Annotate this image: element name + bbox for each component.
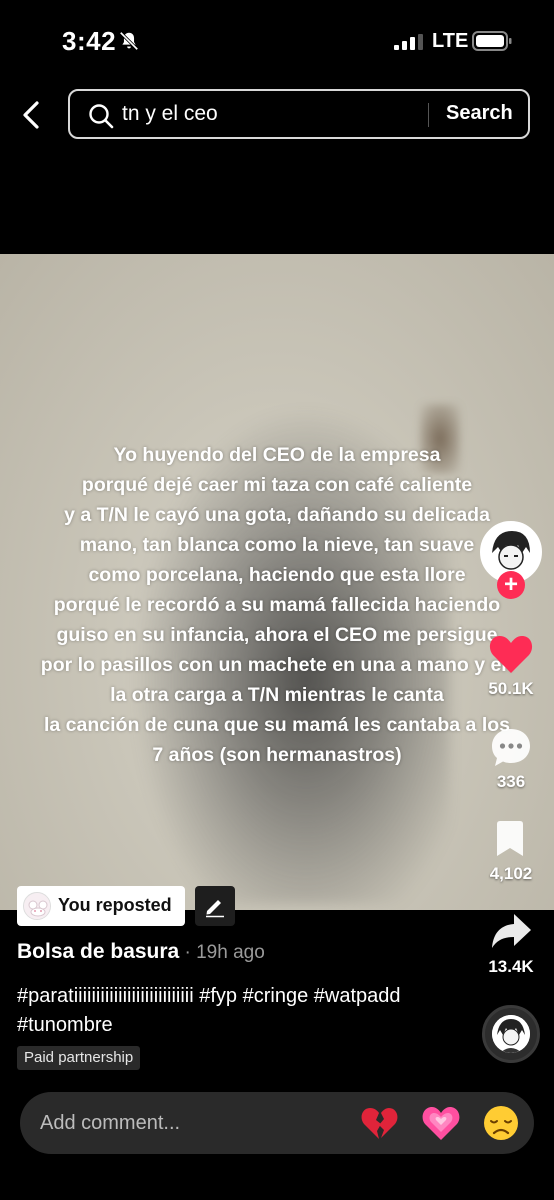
video-caption: Yo huyendo del CEO de la empresa porqué … — [0, 440, 554, 770]
music-disc-avatar — [492, 1015, 530, 1053]
search-button[interactable]: Search — [446, 102, 513, 125]
disappointed-face-icon[interactable] — [482, 1104, 520, 1142]
comment-icon[interactable] — [489, 726, 533, 770]
music-disc[interactable] — [482, 1005, 540, 1063]
caption-line: Yo huyendo del CEO de la empresa — [113, 444, 441, 466]
comment-bar — [20, 1092, 534, 1154]
back-chevron-icon[interactable] — [20, 100, 44, 130]
status-time: 3:42 — [62, 26, 117, 56]
caption-line: por lo pasillos con un machete en una a … — [40, 654, 514, 676]
bookmark-count: 4,102 — [489, 864, 533, 883]
caption-line: la canción de cuna que su mamá les canta… — [43, 714, 510, 736]
comment-input[interactable] — [40, 1092, 340, 1154]
battery-icon — [472, 31, 512, 51]
bookmark-icon[interactable] — [494, 820, 526, 858]
follow-button[interactable]: + — [497, 571, 525, 599]
post-time: · 19h ago — [179, 942, 265, 963]
pencil-icon — [206, 900, 224, 918]
caption-line: guiso en su infancia, ahora el CEO me pe… — [56, 624, 498, 646]
paid-partnership-badge: Paid partnership — [17, 1046, 141, 1070]
caption-line: porqué le recordó a su mamá fallecida ha… — [53, 594, 501, 616]
status-bar: 3:42 LTE — [0, 0, 554, 80]
signal-icon — [394, 34, 423, 50]
comment-count: 336 — [496, 772, 526, 791]
user-avatar-icon — [24, 893, 50, 919]
share-arrow-icon[interactable] — [490, 912, 532, 950]
author-row: Bolsa de basura · 19h ago — [17, 940, 265, 964]
bell-slash-icon — [119, 31, 139, 51]
search-icon — [89, 104, 114, 129]
caption-line: porqué dejé caer mi taza con café calien… — [81, 474, 473, 496]
search-input[interactable] — [122, 91, 422, 137]
like-count: 50.1K — [488, 679, 534, 698]
network-type: LTE — [432, 30, 469, 52]
caption-line: 7 años (son hermanastros) — [152, 744, 402, 766]
repost-label: You reposted — [58, 895, 172, 915]
author-name[interactable]: Bolsa de basura — [17, 940, 179, 963]
share-count: 13.4K — [488, 957, 534, 976]
caption-line: mano, tan blanca como la nieve, tan suav… — [79, 534, 475, 556]
broken-heart-icon[interactable] — [360, 1104, 398, 1142]
repost-badge[interactable]: You reposted — [17, 886, 185, 926]
caption-line: y a T/N le cayó una gota, dañando su del… — [64, 504, 490, 526]
post-description: #paratiiiiiiiiiiiiiiiiiiiiiiiiiii #fyp #… — [17, 985, 401, 1036]
user-avatar — [23, 892, 51, 920]
search-divider — [428, 103, 429, 127]
video-player[interactable]: Yo huyendo del CEO de la empresa porqué … — [0, 254, 554, 910]
music-disc-avatar-icon — [492, 1015, 530, 1053]
search-bar: Search — [68, 89, 530, 139]
growing-heart-icon[interactable] — [422, 1104, 460, 1142]
heart-icon[interactable] — [488, 633, 534, 675]
edit-repost-button[interactable] — [195, 886, 235, 926]
caption-line: como porcelana, haciendo que esta llore — [88, 564, 466, 586]
